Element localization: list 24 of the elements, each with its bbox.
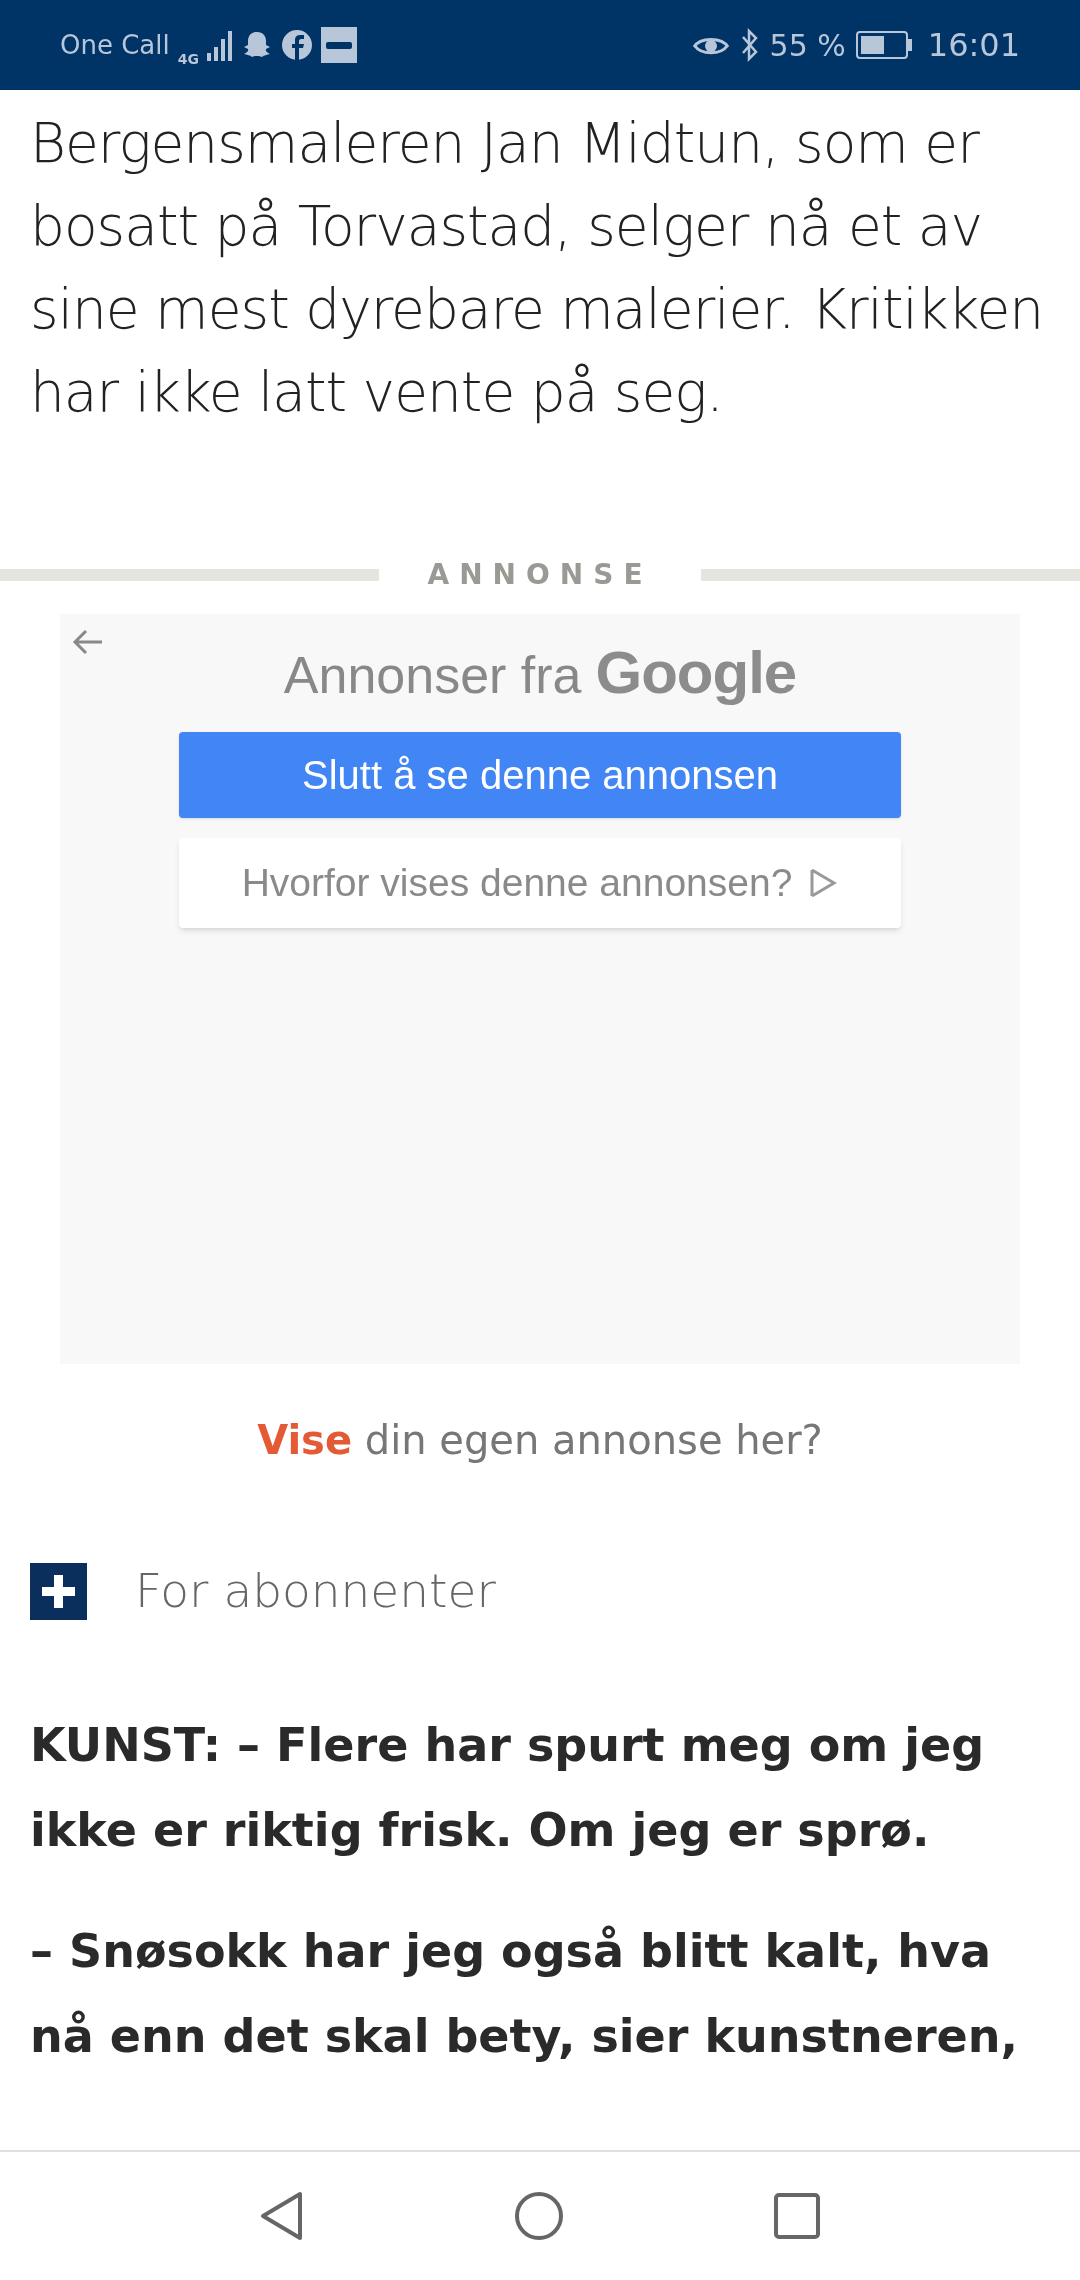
- why-ad-button[interactable]: Hvorfor vises denne annonsen?: [179, 838, 901, 928]
- promo-text: Vise din egen annonse her?: [256, 1416, 824, 1465]
- bluetooth-icon: [739, 28, 760, 62]
- lead-paragraph: Bergensmaleren Jan Midtun, som er bosatt på Torvastad, selger nå et av sine mest dyrebare malerier. Kritikken har ikke latt vente på seg.: [29, 110, 1045, 426]
- battery-icon: [855, 31, 912, 59]
- carrier-name: One Call: [60, 28, 170, 62]
- back-arrow-icon[interactable]: [72, 628, 104, 656]
- recents-icon[interactable]: [774, 2193, 820, 2239]
- article-paragraph: – Snøsokk har jeg også blitt kalt, hva nå enn det skal bety, sier kunstneren,: [30, 1922, 1019, 2065]
- play-outline-icon: [808, 866, 839, 900]
- back-icon[interactable]: [260, 2191, 304, 2241]
- home-icon[interactable]: [514, 2191, 564, 2241]
- battery-percent: 55 %: [769, 26, 846, 65]
- subscriber-label: For abonnenter: [135, 1562, 496, 1620]
- ad-label: ANNONSE: [426, 557, 654, 593]
- stop-ad-button[interactable]: Slutt å se denne annonsen: [179, 732, 901, 818]
- signal-icon: [207, 29, 233, 61]
- ad-header: Annonser fra: [283, 645, 582, 706]
- plus-icon: [30, 1562, 87, 1620]
- article-paragraph: KUNST: – Flere har spurt meg om jeg ikke er riktig frisk. Om jeg er sprø.: [30, 1716, 986, 1859]
- facebook-icon: [281, 29, 313, 61]
- google-logo: Google: [595, 638, 797, 708]
- network-type: 4G: [177, 52, 199, 66]
- clock: 16:01: [927, 25, 1020, 66]
